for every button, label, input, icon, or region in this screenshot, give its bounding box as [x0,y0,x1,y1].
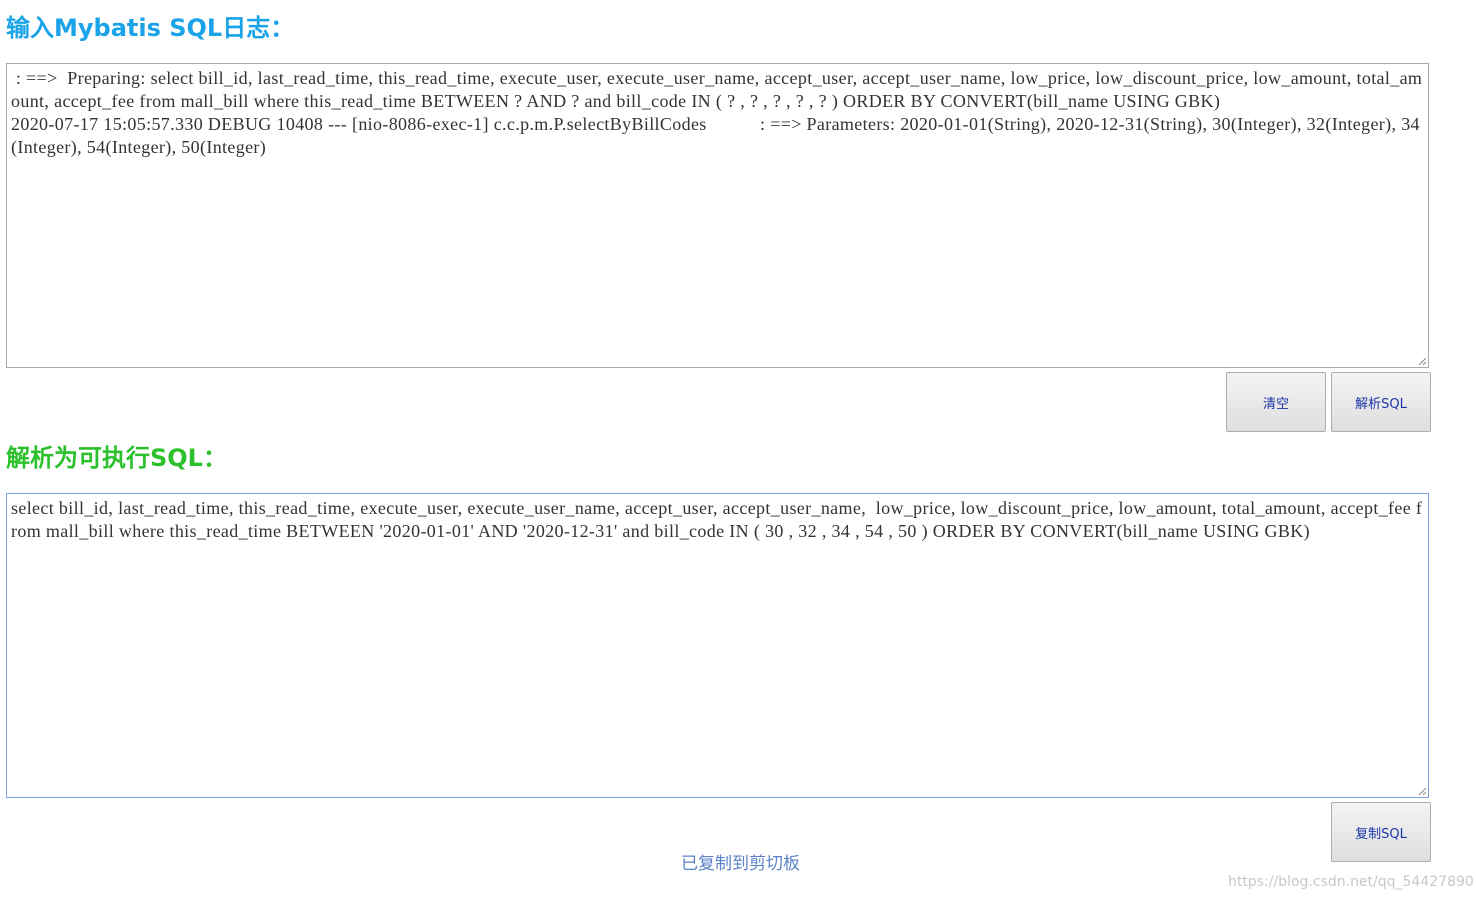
copied-status-message: 已复制到剪切板 [681,854,800,874]
log-input-textarea[interactable]: : ==> Preparing: select bill_id, last_re… [6,63,1429,368]
parse-sql-button[interactable]: 解析SQL [1331,372,1431,432]
input-section-title: 输入Mybatis SQL日志： [6,14,295,42]
watermark-text: https://blog.csdn.net/qq_54427890 [1228,874,1474,890]
output-section-title: 解析为可执行SQL： [6,444,227,472]
sql-output-textarea[interactable]: select bill_id, last_read_time, this_rea… [6,493,1429,798]
copy-sql-button[interactable]: 复制SQL [1331,802,1431,862]
clear-button[interactable]: 清空 [1226,372,1326,432]
